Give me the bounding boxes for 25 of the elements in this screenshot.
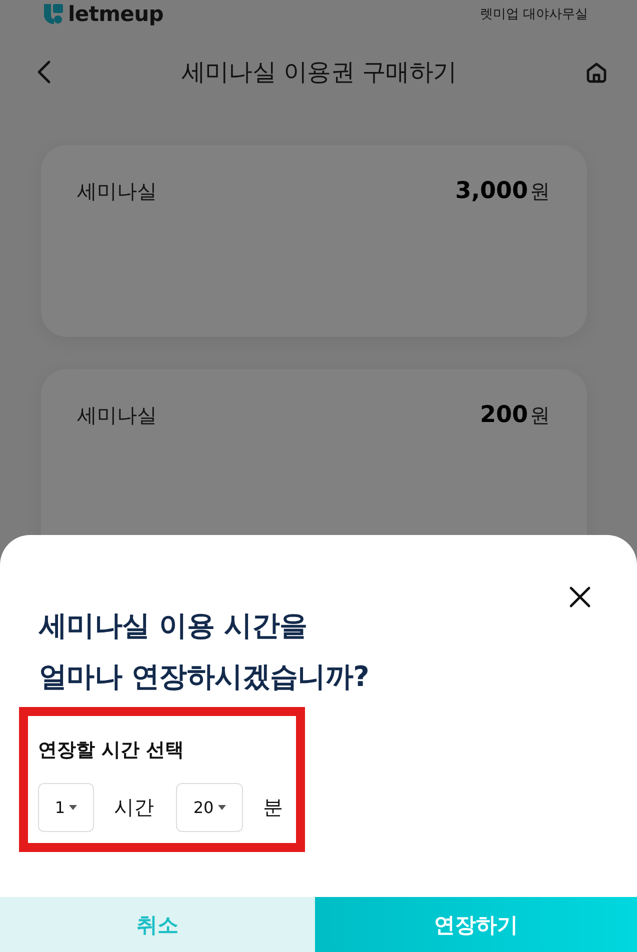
product-name: 세미나실: [77, 178, 157, 204]
product-name: 세미나실: [77, 402, 157, 428]
dropdown-select[interactable]: 1: [38, 783, 94, 832]
close-button[interactable]: [569, 586, 591, 608]
close-icon: [569, 586, 591, 608]
caret-icon: [69, 805, 78, 810]
dropdown-select[interactable]: 20: [176, 783, 243, 832]
location-name: 렛미업 대야사무실: [480, 6, 588, 23]
currency-unit: 원: [530, 178, 550, 204]
price-amount: 3,000: [455, 178, 528, 204]
home-icon: [586, 62, 607, 82]
picker-label: 연장할 시간 선택: [38, 738, 184, 762]
caret-icon: [218, 805, 226, 810]
product-card[interactable]: 세미나실 3,000 원: [41, 145, 587, 337]
unit-label: 시간: [114, 794, 154, 821]
back-icon: [36, 60, 52, 84]
page-title: 세미나실 이용권 구매하기: [181, 57, 457, 88]
currency-unit: 원: [530, 402, 550, 428]
home-button[interactable]: [586, 62, 607, 82]
unit-label: 분: [263, 794, 283, 821]
logo-icon: [44, 4, 63, 24]
logo-text: letmeup: [68, 2, 164, 26]
price-amount: 200: [480, 402, 528, 428]
back-button[interactable]: [36, 60, 52, 84]
dialog-title: 세미나실 이용 시간을 얼마나 연장하시겠습니까?: [39, 608, 370, 695]
